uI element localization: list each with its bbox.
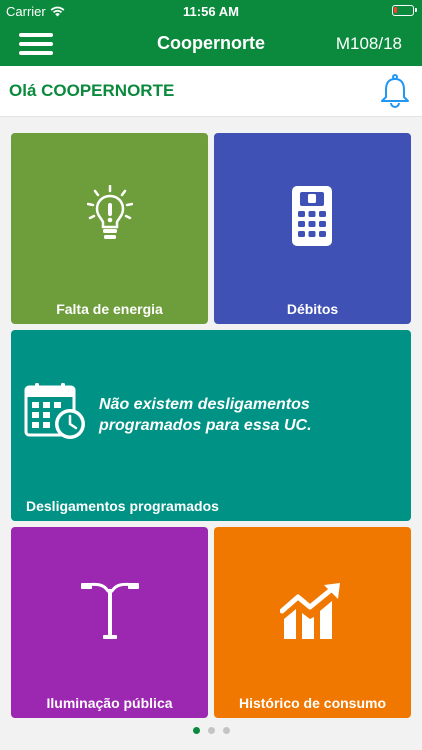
notification-bell-icon[interactable] [380, 74, 410, 108]
calendar-clock-icon [24, 383, 88, 446]
greeting-bar: Olá COOPERNORTE [0, 66, 422, 117]
page-dot-1[interactable] [192, 727, 200, 734]
no-shutdowns-message: Não existem desligamentos programados pa… [99, 396, 312, 434]
battery-icon [392, 5, 417, 16]
tile-label: Débitos [286, 301, 339, 317]
tile-historico-de-consumo[interactable]: Histórico de consumo [214, 527, 411, 718]
status-bar: Carrier 11:56 AM [0, 0, 422, 22]
tile-label: Iluminação pública [46, 695, 173, 711]
nav-code: M108/18 [335, 34, 402, 53]
calculator-icon [291, 185, 333, 252]
tile-label: Histórico de consumo [238, 695, 387, 711]
tile-debitos[interactable]: Débitos [214, 133, 411, 324]
greeting-text: Olá COOPERNORTE [9, 81, 175, 100]
tile-falta-de-energia[interactable]: Falta de energia [11, 133, 208, 324]
growth-chart-icon [279, 583, 346, 646]
nav-bar: Coopernorte M108/18 [0, 22, 422, 66]
page-dot-3[interactable] [222, 727, 230, 734]
page-dot-2[interactable] [207, 727, 215, 734]
status-time: 11:56 AM [183, 4, 239, 19]
page-indicator [0, 727, 422, 735]
lightbulb-icon [86, 184, 134, 248]
street-lamp-icon [80, 579, 140, 646]
tile-label: Desligamentos programados [26, 498, 219, 514]
tile-iluminacao-publica[interactable]: Iluminação pública [11, 527, 208, 718]
tile-label: Falta de energia [56, 301, 163, 317]
tile-desligamentos-programados[interactable]: Não existem desligamentos programados pa… [11, 330, 411, 521]
